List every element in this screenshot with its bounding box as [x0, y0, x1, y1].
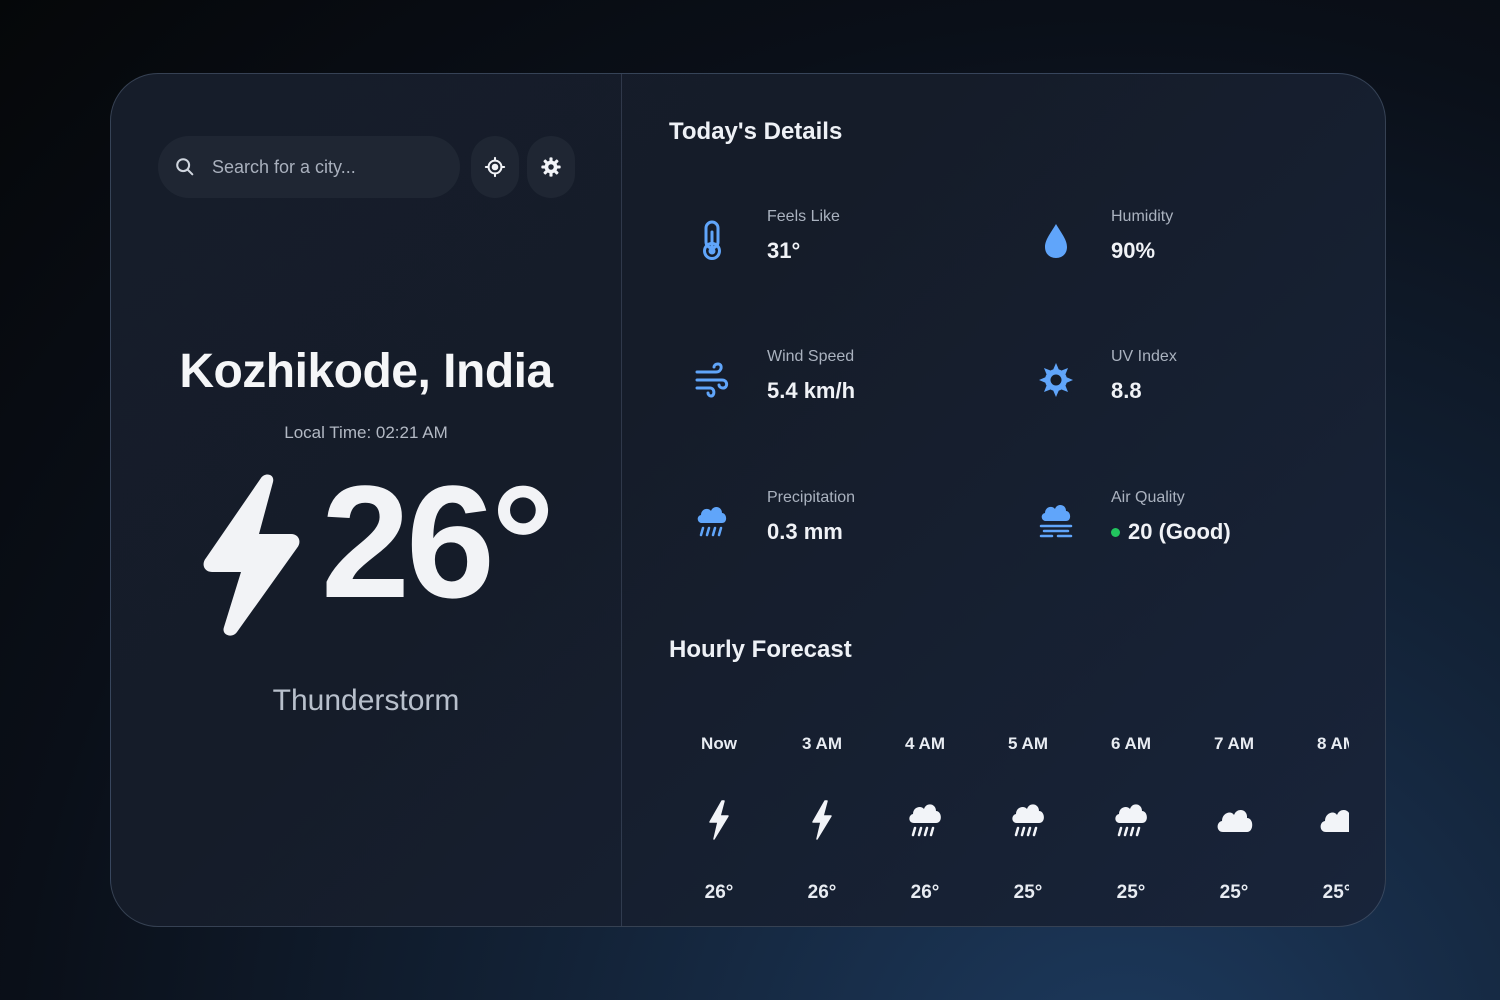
hourly-time: 6 AM — [1111, 734, 1151, 753]
detail-label: Humidity — [1111, 208, 1174, 225]
weather-card: Kozhikode, India Local Time: 02:21 AM 26… — [110, 73, 1386, 927]
fog-cloud-icon — [1039, 505, 1073, 538]
detail-feels-like: Feels Like 31° — [692, 208, 992, 278]
wind-icon — [695, 362, 729, 398]
hourly-temp: 25° — [1013, 882, 1043, 903]
detail-label: UV Index — [1111, 348, 1177, 365]
current-weather-panel: Kozhikode, India Local Time: 02:21 AM 26… — [111, 74, 621, 926]
details-panel: Today's Details Feels Like 31° Humidity … — [622, 74, 1385, 926]
hourly-temp: 25° — [1116, 882, 1146, 903]
detail-precipitation: Precipitation 0.3 mm — [692, 489, 992, 559]
local-time: Local Time: 02:21 AM — [284, 423, 448, 442]
hourly-item: 8 AM 25° — [1287, 734, 1349, 904]
current-temperature: 26° — [321, 452, 555, 631]
rain-cloud-icon — [909, 804, 941, 837]
detail-humidity: Humidity 90% — [1036, 208, 1336, 278]
hourly-item: 5 AM 25° — [978, 734, 1078, 904]
city-name: Kozhikode, India — [179, 345, 553, 398]
air-quality-status-dot — [1111, 527, 1120, 537]
weather-condition: Thunderstorm — [272, 684, 460, 717]
cloud-icon — [1320, 810, 1349, 832]
detail-wind-speed: Wind Speed 5.4 km/h — [692, 348, 992, 418]
detail-value: 8.8 — [1111, 378, 1142, 403]
current-location-button[interactable] — [471, 136, 519, 198]
search-icon — [176, 158, 194, 176]
detail-label: Feels Like — [767, 208, 840, 225]
thermometer-icon — [703, 220, 721, 260]
hourly-time: Now — [701, 734, 737, 753]
lightning-icon — [812, 800, 832, 840]
rain-cloud-icon — [697, 507, 727, 537]
hourly-item: 3 AM 26° — [772, 734, 872, 904]
hourly-time: 5 AM — [1008, 734, 1048, 753]
cloud-icon — [1217, 809, 1253, 832]
settings-button[interactable] — [527, 136, 575, 198]
todays-details-title: Today's Details — [669, 118, 843, 145]
detail-label: Air Quality — [1111, 489, 1185, 506]
hourly-time: 7 AM — [1214, 734, 1254, 753]
hourly-forecast-title: Hourly Forecast — [669, 636, 852, 663]
hourly-temp: 25° — [1322, 882, 1349, 903]
detail-value: 31° — [767, 238, 801, 263]
detail-value: 90% — [1111, 238, 1156, 263]
sun-icon — [1039, 363, 1073, 397]
search-input[interactable] — [212, 156, 442, 178]
detail-value: 20 (Good) — [1111, 519, 1231, 545]
hourly-item: 7 AM 25° — [1184, 734, 1284, 904]
hourly-time: 8 AM — [1317, 734, 1349, 753]
hourly-time: 4 AM — [905, 734, 945, 753]
detail-uv-index: UV Index 8.8 — [1036, 348, 1336, 418]
rain-cloud-icon — [1115, 804, 1147, 837]
hourly-item: Now 26° — [669, 734, 769, 904]
hourly-time: 3 AM — [802, 734, 842, 753]
detail-value: 0.3 mm — [767, 519, 843, 544]
hourly-temp: 26° — [910, 882, 940, 903]
rain-cloud-icon — [1012, 804, 1044, 837]
detail-label: Precipitation — [767, 489, 856, 506]
detail-label: Wind Speed — [767, 348, 855, 365]
hourly-item: 4 AM 26° — [875, 734, 975, 904]
hourly-temp: 26° — [704, 882, 734, 903]
lightning-icon — [203, 474, 300, 636]
hourly-temp: 26° — [807, 882, 837, 903]
lightning-icon — [709, 800, 729, 840]
hourly-item: 6 AM 25° — [1081, 734, 1181, 904]
hourly-forecast-list: Now 26° 3 AM 26° 4 AM 26° 5 AM 25° 6 AM … — [669, 734, 1349, 926]
droplet-icon — [1045, 224, 1067, 258]
crosshair-icon — [484, 156, 506, 178]
air-quality-value: 20 (Good) — [1128, 519, 1231, 544]
detail-air-quality: Air Quality 20 (Good) — [1036, 489, 1336, 559]
gear-icon — [541, 157, 561, 177]
search-bar[interactable] — [158, 136, 460, 198]
detail-value: 5.4 km/h — [767, 378, 856, 403]
hourly-temp: 25° — [1219, 882, 1249, 903]
